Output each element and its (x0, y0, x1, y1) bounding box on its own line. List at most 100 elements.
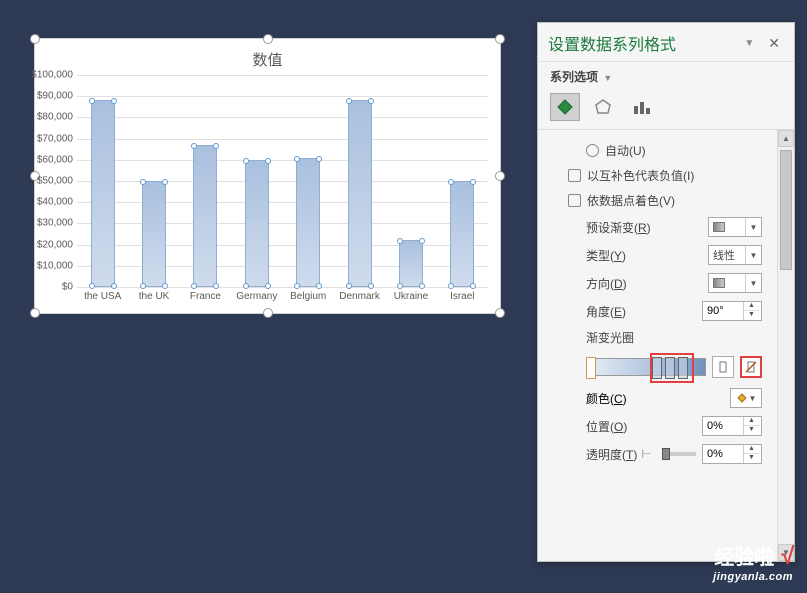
data-point-handle[interactable] (140, 179, 146, 185)
panel-dropdown-icon[interactable]: ▼ (744, 38, 754, 49)
bar[interactable] (450, 181, 474, 287)
field-label-text: 透明度(T) (586, 448, 637, 462)
data-point-handle[interactable] (470, 179, 476, 185)
scroll-up-button[interactable]: ▲ (778, 130, 794, 147)
chart-area[interactable]: 数值 $0$10,000$20,000$30,000$40,000$50,000… (34, 38, 501, 314)
x-tick-label: Germany (231, 291, 282, 307)
data-point-handle[interactable] (346, 283, 352, 289)
spin-down[interactable]: ▼ (744, 426, 759, 435)
data-series[interactable] (77, 75, 488, 287)
plot-area[interactable]: $0$10,000$20,000$30,000$40,000$50,000$60… (77, 75, 488, 287)
resize-handle[interactable] (495, 34, 505, 44)
data-point-handle[interactable] (448, 179, 454, 185)
data-point-handle[interactable] (419, 238, 425, 244)
field-position: 位置(O) ▲▼ (558, 412, 786, 440)
transparency-slider[interactable] (662, 452, 696, 456)
scroll-thumb[interactable] (780, 150, 792, 270)
checkbox-icon (568, 194, 581, 207)
bar[interactable] (91, 100, 115, 287)
tab-series-options[interactable] (626, 93, 656, 121)
bar[interactable] (245, 160, 269, 287)
data-point-handle[interactable] (265, 158, 271, 164)
data-point-handle[interactable] (346, 98, 352, 104)
resize-handle[interactable] (30, 308, 40, 318)
gradient-stop[interactable] (586, 357, 596, 379)
gradient-track[interactable] (586, 358, 706, 376)
data-point-handle[interactable] (316, 156, 322, 162)
y-tick-label: $80,000 (37, 112, 77, 123)
data-point-handle[interactable] (470, 283, 476, 289)
position-spinner[interactable]: ▲▼ (702, 416, 762, 436)
resize-handle[interactable] (263, 34, 273, 44)
transparency-spinner[interactable]: ▲▼ (702, 444, 762, 464)
direction-combo[interactable]: ▼ (708, 273, 762, 293)
spin-up[interactable]: ▲ (744, 302, 759, 311)
data-point-handle[interactable] (213, 283, 219, 289)
check-icon: √ (780, 543, 793, 570)
data-point-handle[interactable] (162, 283, 168, 289)
data-point-handle[interactable] (294, 156, 300, 162)
y-tick-label: $40,000 (37, 197, 77, 208)
x-axis[interactable]: the USAthe UKFranceGermanyBelgiumDenmark… (77, 291, 488, 307)
data-point-handle[interactable] (89, 283, 95, 289)
data-point-handle[interactable] (316, 283, 322, 289)
option-auto[interactable]: 自动(U) (558, 138, 786, 163)
data-point-handle[interactable] (111, 98, 117, 104)
option-vary-colors[interactable]: 依数据点着色(V) (558, 188, 786, 213)
data-point-handle[interactable] (448, 283, 454, 289)
gradient-stop[interactable] (652, 357, 662, 379)
remove-gradient-stop-button[interactable] (740, 356, 762, 378)
data-point-handle[interactable] (111, 283, 117, 289)
resize-handle[interactable] (263, 308, 273, 318)
data-point-handle[interactable] (368, 283, 374, 289)
bar[interactable] (348, 100, 372, 287)
panel-tabs (538, 89, 794, 130)
spin-up[interactable]: ▲ (744, 417, 759, 426)
gradient-stop[interactable] (678, 357, 688, 379)
angle-input[interactable] (703, 305, 743, 317)
data-point-handle[interactable] (89, 98, 95, 104)
combo-value: 线性 (713, 247, 735, 263)
scrollbar[interactable]: ▲ ▼ (777, 130, 794, 561)
data-point-handle[interactable] (191, 143, 197, 149)
data-point-handle[interactable] (243, 283, 249, 289)
preset-gradient-combo[interactable]: ▼ (708, 217, 762, 237)
data-point-handle[interactable] (243, 158, 249, 164)
data-point-handle[interactable] (162, 179, 168, 185)
tab-fill-line[interactable] (550, 93, 580, 121)
data-point-handle[interactable] (265, 283, 271, 289)
type-combo[interactable]: 线性 ▼ (708, 245, 762, 265)
resize-handle[interactable] (495, 171, 505, 181)
option-invert-negative[interactable]: 以互补色代表负值(I) (558, 163, 786, 188)
data-point-handle[interactable] (419, 283, 425, 289)
add-gradient-stop-button[interactable] (712, 356, 734, 378)
data-point-handle[interactable] (213, 143, 219, 149)
color-picker-button[interactable]: ▼ (730, 388, 762, 408)
bar[interactable] (193, 145, 217, 287)
data-point-handle[interactable] (140, 283, 146, 289)
bar[interactable] (399, 240, 423, 287)
tab-effects[interactable] (588, 93, 618, 121)
bar[interactable] (296, 158, 320, 287)
spin-up[interactable]: ▲ (744, 445, 759, 454)
position-input[interactable] (703, 420, 743, 432)
resize-handle[interactable] (30, 34, 40, 44)
resize-handle[interactable] (495, 308, 505, 318)
data-point-handle[interactable] (397, 283, 403, 289)
chart-title[interactable]: 数值 (35, 39, 500, 74)
spin-down[interactable]: ▼ (744, 311, 759, 320)
gradient-stop[interactable] (665, 357, 675, 379)
x-tick-label: Denmark (334, 291, 385, 307)
data-point-handle[interactable] (294, 283, 300, 289)
slider-thumb[interactable] (662, 448, 670, 460)
data-point-handle[interactable] (191, 283, 197, 289)
series-options-dropdown[interactable]: 系列选项 ▼ (538, 62, 794, 89)
angle-spinner[interactable]: ▲▼ (702, 301, 762, 321)
data-point-handle[interactable] (368, 98, 374, 104)
transparency-input[interactable] (703, 448, 743, 460)
bar[interactable] (142, 181, 166, 287)
close-icon[interactable]: ✕ (764, 35, 784, 52)
y-tick-label: $50,000 (37, 176, 77, 187)
spin-down[interactable]: ▼ (744, 454, 759, 463)
data-point-handle[interactable] (397, 238, 403, 244)
